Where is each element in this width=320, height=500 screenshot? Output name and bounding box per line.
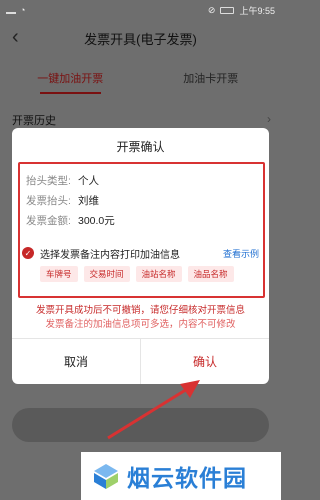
view-example-link[interactable]: 查看示例 (223, 247, 263, 260)
field-label: 发票金额: (26, 214, 71, 227)
remark-label: 选择发票备注内容打印加油信息 (40, 249, 180, 261)
field-value: 个人 (78, 174, 99, 187)
warning-text: 发票开具成功后不可撤销，请您仔细核对开票信息 发票备注的加油信息项可多选，内容不… (12, 304, 269, 332)
field-label: 抬头类型: (26, 174, 71, 187)
mute-icon: ⊘ (207, 4, 216, 15)
field-label: 发票抬头: (26, 194, 71, 207)
invoice-history-link[interactable]: 开票历史 (12, 112, 56, 128)
tab-bar: 一键加油开票 加油卡开票 (0, 56, 281, 100)
chevron-right-icon: › (267, 112, 271, 126)
chip-plate-number[interactable]: 车牌号 (40, 266, 78, 282)
field-value: 刘维 (78, 194, 99, 207)
wifi-icon: ◔ (20, 5, 26, 15)
chip-transaction-time[interactable]: 交易时间 (83, 266, 130, 282)
remark-section: ✓ 选择发票备注内容打印加油信息 查看示例 车牌号 交易时间 油站名称 油品名称 (20, 242, 263, 294)
field-row-title-type: 抬头类型: 个人 (20, 170, 263, 190)
dialog-buttons: 取消 确认 (12, 338, 269, 384)
tab-card-invoice[interactable]: 加油卡开票 (141, 56, 282, 100)
confirm-button[interactable]: 确认 (141, 339, 269, 384)
warning-line-2: 发票备注的加油信息项可多选，内容不可修改 (45, 319, 236, 330)
signal-icon (6, 6, 16, 14)
checkmark-icon[interactable]: ✓ (22, 247, 34, 259)
status-time: 上午9:55 (239, 5, 275, 16)
chip-station-name[interactable]: 油站名称 (135, 266, 182, 282)
field-row-invoice-title: 发票抬头: 刘维 (20, 190, 263, 210)
invoice-info: 抬头类型: 个人 发票抬头: 刘维 发票金额: 300.0元 (20, 164, 263, 242)
dialog-title: 开票确认 (116, 139, 165, 154)
back-chevron-icon[interactable]: ‹ (12, 26, 19, 49)
battery-icon (220, 6, 235, 14)
chip-fuel-name[interactable]: 油品名称 (187, 266, 234, 282)
watermark-logo-icon (94, 464, 118, 489)
cancel-button[interactable]: 取消 (12, 339, 141, 384)
status-bar: ◔ ⊘ 上午9:55 (0, 0, 281, 20)
warning-line-1: 发票开具成功后不可撤销，请您仔细核对开票信息 (35, 305, 245, 316)
field-row-amount: 发票金额: 300.0元 (20, 210, 263, 230)
nav-bar: ‹ 发票开具(电子发票) (0, 20, 281, 56)
watermark-text: 烟云软件园 (127, 465, 247, 491)
background-submit-button (12, 408, 269, 442)
page-title: 发票开具(电子发票) (84, 31, 197, 47)
tab-one-click-invoice[interactable]: 一键加油开票 (0, 56, 141, 100)
confirm-dialog: 开票确认 抬头类型: 个人 发票抬头: 刘维 发票金额: 300.0元 ✓ 选择… (12, 128, 269, 384)
watermark: 烟云软件园 (81, 452, 281, 500)
field-value: 300.0元 (78, 214, 115, 227)
